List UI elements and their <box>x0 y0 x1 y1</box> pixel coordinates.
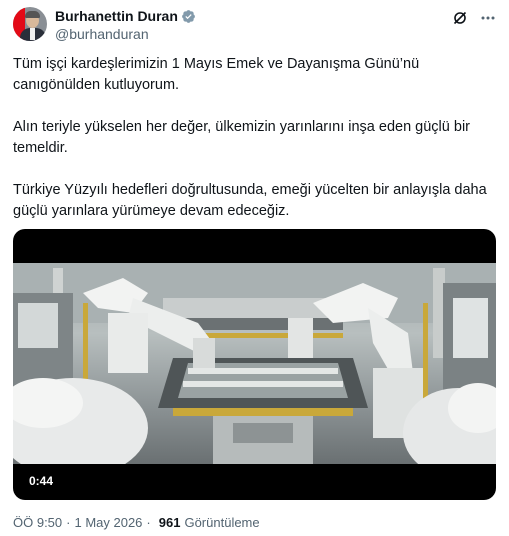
tweet-header: Burhanettin Duran @burhanduran <box>13 7 496 43</box>
avatar[interactable] <box>13 7 47 41</box>
author-name-row: Burhanettin Duran <box>55 8 196 24</box>
author-name[interactable]: Burhanettin Duran <box>55 8 178 24</box>
tweet-paragraph: Tüm işçi kardeşlerimizin 1 Mayıs Emek ve… <box>13 56 420 93</box>
tweet-text: Tüm işçi kardeşlerimizin 1 Mayıs Emek ve… <box>13 54 496 243</box>
tweet-time[interactable]: ÖÖ 9:50 <box>13 515 62 530</box>
separator: · <box>146 515 151 530</box>
tweet-paragraph: Alın teriyle yükselen her değer, ülkemiz… <box>13 119 470 156</box>
grok-icon[interactable] <box>452 10 468 26</box>
video-player[interactable]: 0:44 <box>13 229 496 500</box>
view-count-label: Görüntüleme <box>184 515 260 530</box>
separator: · <box>66 515 71 530</box>
tweet-paragraph: Türkiye Yüzyılı hedefleri doğrultusunda,… <box>13 182 487 219</box>
more-icon[interactable] <box>480 10 496 26</box>
verified-badge-icon[interactable] <box>181 9 196 24</box>
author-handle[interactable]: @burhanduran <box>55 26 149 42</box>
tweet-meta: ÖÖ 9:50 · 1 May 2026 · 961 Görüntüleme <box>13 515 260 530</box>
video-duration: 0:44 <box>29 474 54 488</box>
view-count: 961 <box>158 515 181 530</box>
video-thumbnail[interactable] <box>13 263 496 464</box>
header-actions <box>452 10 496 26</box>
tweet-date[interactable]: 1 May 2026 <box>74 515 142 530</box>
